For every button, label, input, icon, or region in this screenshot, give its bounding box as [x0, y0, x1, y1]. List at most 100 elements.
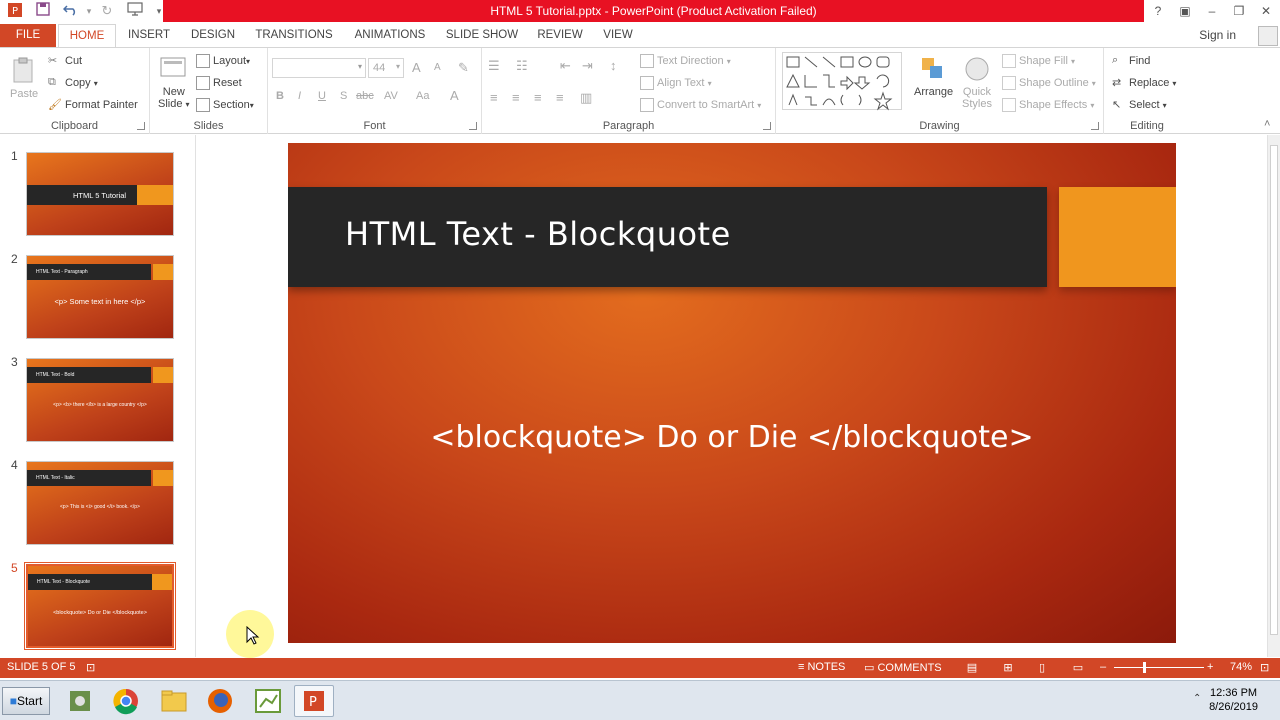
text-shadow-button[interactable]: S [340, 90, 347, 102]
shapes-gallery[interactable] [782, 52, 902, 111]
restore-icon[interactable]: ❐ [1228, 2, 1250, 20]
slide-show-icon[interactable]: ▭ [1070, 661, 1086, 674]
file-explorer-icon[interactable] [154, 685, 194, 717]
undo-icon[interactable] [62, 2, 80, 20]
slide-sorter-icon[interactable]: ⊞ [1000, 661, 1016, 674]
font-color-button[interactable]: A [450, 88, 459, 103]
chrome-icon[interactable] [106, 685, 146, 717]
new-slide-button[interactable]: New Slide ▾ [158, 86, 190, 110]
start-presentation-icon[interactable] [126, 2, 144, 20]
tab-insert[interactable]: INSERT [124, 24, 174, 48]
tab-review[interactable]: REVIEW [532, 24, 588, 48]
increase-indent-icon[interactable]: ⇥ [582, 58, 593, 74]
slide-thumbnail-3[interactable]: HTML Text - Bold <p> <b> there </b> is a… [26, 358, 174, 442]
slide-thumbnail-2[interactable]: HTML Text - Paragraph <p> Some text in h… [26, 255, 174, 339]
section-button[interactable]: Section▾ [196, 98, 254, 112]
replace-button[interactable]: ⇄ Replace ▾ [1112, 76, 1176, 90]
find-button[interactable]: ⌕ Find [1112, 54, 1150, 68]
change-case-button[interactable]: Aa [416, 90, 429, 102]
slide-title[interactable]: HTML Text - Blockquote [345, 215, 731, 253]
justify-icon[interactable]: ≡ [556, 90, 564, 105]
italic-button[interactable]: I [298, 90, 301, 102]
bold-button[interactable]: B [276, 90, 284, 102]
shape-fill-button[interactable]: Shape Fill ▾ [1002, 54, 1075, 68]
align-text-button[interactable]: Align Text ▾ [640, 76, 712, 90]
font-size-dropdown[interactable]: 44 ▾ [368, 58, 404, 78]
slide-thumbnail-4[interactable]: HTML Text - Italic <p> This is <i> good … [26, 461, 174, 545]
chart-app-icon[interactable] [248, 685, 288, 717]
system-tool-icon[interactable] [60, 685, 100, 717]
reset-button[interactable]: Reset [196, 76, 242, 90]
slide-thumbnail-5[interactable]: HTML Text - Blockquote <blockquote> Do o… [24, 562, 176, 650]
character-spacing-button[interactable]: AV [384, 90, 398, 102]
system-clock[interactable]: 12:36 PM 8/26/2019 [1209, 686, 1258, 714]
align-center-icon[interactable]: ≡ [512, 90, 520, 105]
tab-animations[interactable]: ANIMATIONS [348, 24, 432, 48]
powerpoint-taskbar-icon[interactable]: P [294, 685, 334, 717]
font-launcher-icon[interactable] [469, 122, 477, 130]
zoom-out-icon[interactable]: – [1100, 661, 1106, 673]
quick-styles-button[interactable]: Quick Styles [962, 86, 992, 110]
user-icon[interactable] [1258, 26, 1278, 46]
shrink-font-button[interactable]: A [434, 62, 441, 73]
bullets-icon[interactable]: ☰ [488, 58, 500, 74]
zoom-slider-thumb[interactable] [1143, 662, 1146, 673]
undo-dropdown-icon[interactable]: ▾ [80, 2, 98, 20]
tray-expand-icon[interactable]: ⌃ [1193, 693, 1201, 704]
numbering-icon[interactable]: ☷ [516, 58, 528, 74]
zoom-in-icon[interactable]: + [1207, 661, 1213, 673]
shape-effects-button[interactable]: Shape Effects ▾ [1002, 98, 1094, 112]
notes-button[interactable]: ≡ NOTES [798, 661, 845, 673]
help-icon[interactable]: ? [1147, 2, 1169, 20]
convert-smartart-button[interactable]: Convert to SmartArt ▾ [640, 98, 761, 112]
align-left-icon[interactable]: ≡ [490, 90, 498, 105]
copy-button[interactable]: ⧉ Copy ▾ [48, 76, 98, 90]
font-name-dropdown[interactable]: ▾ [272, 58, 366, 78]
underline-button[interactable]: U [318, 90, 326, 102]
decrease-indent-icon[interactable]: ⇤ [560, 58, 571, 74]
paragraph-launcher-icon[interactable] [763, 122, 771, 130]
spelling-icon[interactable]: ⊡ [86, 661, 95, 674]
start-button[interactable]: ■Start [2, 687, 50, 715]
zoom-level[interactable]: 74% [1230, 661, 1252, 673]
normal-view-icon[interactable]: ▤ [964, 661, 980, 674]
grow-font-button[interactable]: A [412, 60, 421, 75]
comments-button[interactable]: ▭ COMMENTS [864, 661, 942, 674]
firefox-icon[interactable] [200, 685, 240, 717]
format-painter-button[interactable]: 🖌 Format Painter [48, 98, 138, 112]
sign-in-link[interactable]: Sign in [1199, 28, 1236, 42]
quick-styles-icon[interactable] [962, 54, 992, 84]
vertical-scrollbar[interactable] [1267, 135, 1280, 657]
layout-button[interactable]: Layout▾ [196, 54, 250, 68]
columns-icon[interactable]: ▥ [580, 90, 592, 106]
tab-slide-show[interactable]: SLIDE SHOW [444, 24, 520, 48]
close-icon[interactable]: ✕ [1255, 2, 1277, 20]
paste-icon[interactable] [8, 56, 38, 86]
clipboard-launcher-icon[interactable] [137, 122, 145, 130]
line-spacing-icon[interactable]: ↕ [610, 58, 617, 73]
fit-slide-icon[interactable]: ⊡ [1260, 661, 1269, 674]
current-slide[interactable]: HTML Text - Blockquote <blockquote> Do o… [288, 143, 1176, 643]
tab-view[interactable]: VIEW [598, 24, 638, 48]
arrange-button[interactable]: Arrange [914, 86, 953, 98]
new-slide-icon[interactable] [158, 54, 188, 84]
zoom-slider[interactable] [1114, 667, 1204, 668]
tab-file[interactable]: FILE [0, 24, 56, 48]
collapse-ribbon-icon[interactable]: ˄ [1264, 118, 1270, 130]
tab-transitions[interactable]: TRANSITIONS [252, 24, 336, 48]
slide-body-text[interactable]: <blockquote> Do or Die </blockquote> [288, 420, 1176, 455]
shape-outline-button[interactable]: Shape Outline ▾ [1002, 76, 1096, 90]
reading-view-icon[interactable]: ▯ [1034, 661, 1050, 674]
paste-button[interactable]: Paste [10, 88, 38, 100]
save-icon[interactable] [34, 2, 52, 20]
text-direction-button[interactable]: Text Direction ▾ [640, 54, 731, 68]
align-right-icon[interactable]: ≡ [534, 90, 542, 105]
cut-button[interactable]: ✂ Cut [48, 54, 82, 68]
ribbon-display-icon[interactable]: ▣ [1174, 2, 1196, 20]
slide-thumbnail-1[interactable]: HTML 5 Tutorial [26, 152, 174, 236]
tab-home[interactable]: HOME [58, 24, 116, 48]
tab-design[interactable]: DESIGN [186, 24, 240, 48]
select-button[interactable]: ↖ Select ▾ [1112, 98, 1167, 112]
arrange-icon[interactable] [918, 54, 948, 84]
minimize-icon[interactable]: – [1201, 2, 1223, 20]
